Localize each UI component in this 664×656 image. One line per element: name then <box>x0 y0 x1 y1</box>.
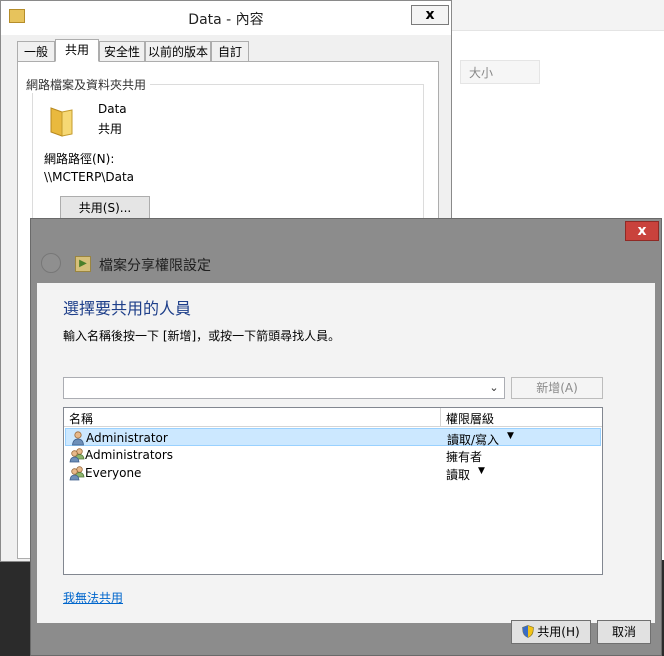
permission-level[interactable]: 讀取 <box>446 466 470 483</box>
share-instruction: 輸入名稱後按一下 [新增]，或按一下箭頭尋找人員。 <box>63 329 341 343</box>
tab-customize[interactable]: 自訂 <box>211 41 249 62</box>
list-header: 名稱 權限層級 <box>64 408 602 427</box>
network-sharing-group-label: 網路檔案及資料夾共用 <box>26 76 151 93</box>
caret-down-icon[interactable]: ▼ <box>507 431 514 441</box>
list-row-administrator[interactable]: Administrator 讀取/寫入 ▼ <box>65 428 601 447</box>
tab-previous-versions[interactable]: 以前的版本 <box>145 41 211 62</box>
column-header-permission[interactable]: 權限層級 <box>446 410 494 427</box>
folder-name: Data <box>98 102 127 116</box>
network-path-value: \\MCTERP\Data <box>44 170 134 184</box>
share-confirm-label: 共用(H) <box>537 625 580 639</box>
back-arrow-icon[interactable] <box>41 253 61 273</box>
folder-share-state: 共用 <box>98 122 123 136</box>
share-dialog-title: 檔案分享權限設定 <box>99 258 211 274</box>
user-name: Administrators <box>85 448 174 462</box>
share-button[interactable]: 共用(S)... <box>60 196 150 220</box>
properties-close-button[interactable]: x <box>411 5 449 25</box>
tab-security[interactable]: 安全性 <box>99 41 145 62</box>
column-header-size[interactable]: 大小 <box>460 60 540 84</box>
group-icon <box>69 466 85 481</box>
column-header-name[interactable]: 名稱 <box>69 410 93 427</box>
user-name-combobox[interactable]: ⌄ <box>63 377 505 399</box>
folder-icon <box>50 107 73 137</box>
caret-down-icon[interactable]: ▼ <box>478 466 485 476</box>
share-confirm-button[interactable]: 共用(H) <box>511 620 591 644</box>
list-row-administrators[interactable]: Administrators 擁有者 <box>65 446 601 464</box>
share-close-button[interactable]: x <box>625 221 659 241</box>
desktop-background <box>0 562 30 656</box>
group-icon <box>69 448 85 463</box>
column-divider[interactable] <box>440 408 441 426</box>
cant-share-link[interactable]: 我無法共用 <box>63 589 123 606</box>
share-heading: 選擇要共用的人員 <box>63 299 192 318</box>
user-permission-list: 名稱 權限層級 Administrator 讀取/寫入 ▼ Administra… <box>63 407 603 575</box>
file-sharing-dialog: x ▶ 檔案分享權限設定 選擇要共用的人員 輸入名稱後按一下 [新增]，或按一下… <box>30 218 662 656</box>
user-name: Administrator <box>86 431 168 445</box>
user-icon <box>72 431 84 446</box>
properties-title: Data - 內容 <box>188 12 264 28</box>
user-name: Everyone <box>85 466 142 480</box>
explorer-toolbar <box>452 0 664 31</box>
file-sharing-icon: ▶ <box>75 256 91 272</box>
tab-general[interactable]: 一般 <box>17 41 55 62</box>
uac-shield-icon <box>522 625 535 638</box>
cancel-button[interactable]: 取消 <box>597 620 651 644</box>
tab-sharing[interactable]: 共用 <box>55 39 99 62</box>
properties-titlebar: Data - 內容 x <box>1 1 451 35</box>
add-user-button[interactable]: 新增(A) <box>511 377 603 399</box>
list-row-everyone[interactable]: Everyone 讀取 ▼ <box>65 464 601 482</box>
chevron-down-icon[interactable]: ⌄ <box>486 380 502 396</box>
share-dialog-content: 選擇要共用的人員 輸入名稱後按一下 [新增]，或按一下箭頭尋找人員。 ⌄ 新增(… <box>37 283 655 623</box>
network-path-label: 網路路徑(N): <box>44 152 115 166</box>
permission-level: 擁有者 <box>446 450 483 464</box>
